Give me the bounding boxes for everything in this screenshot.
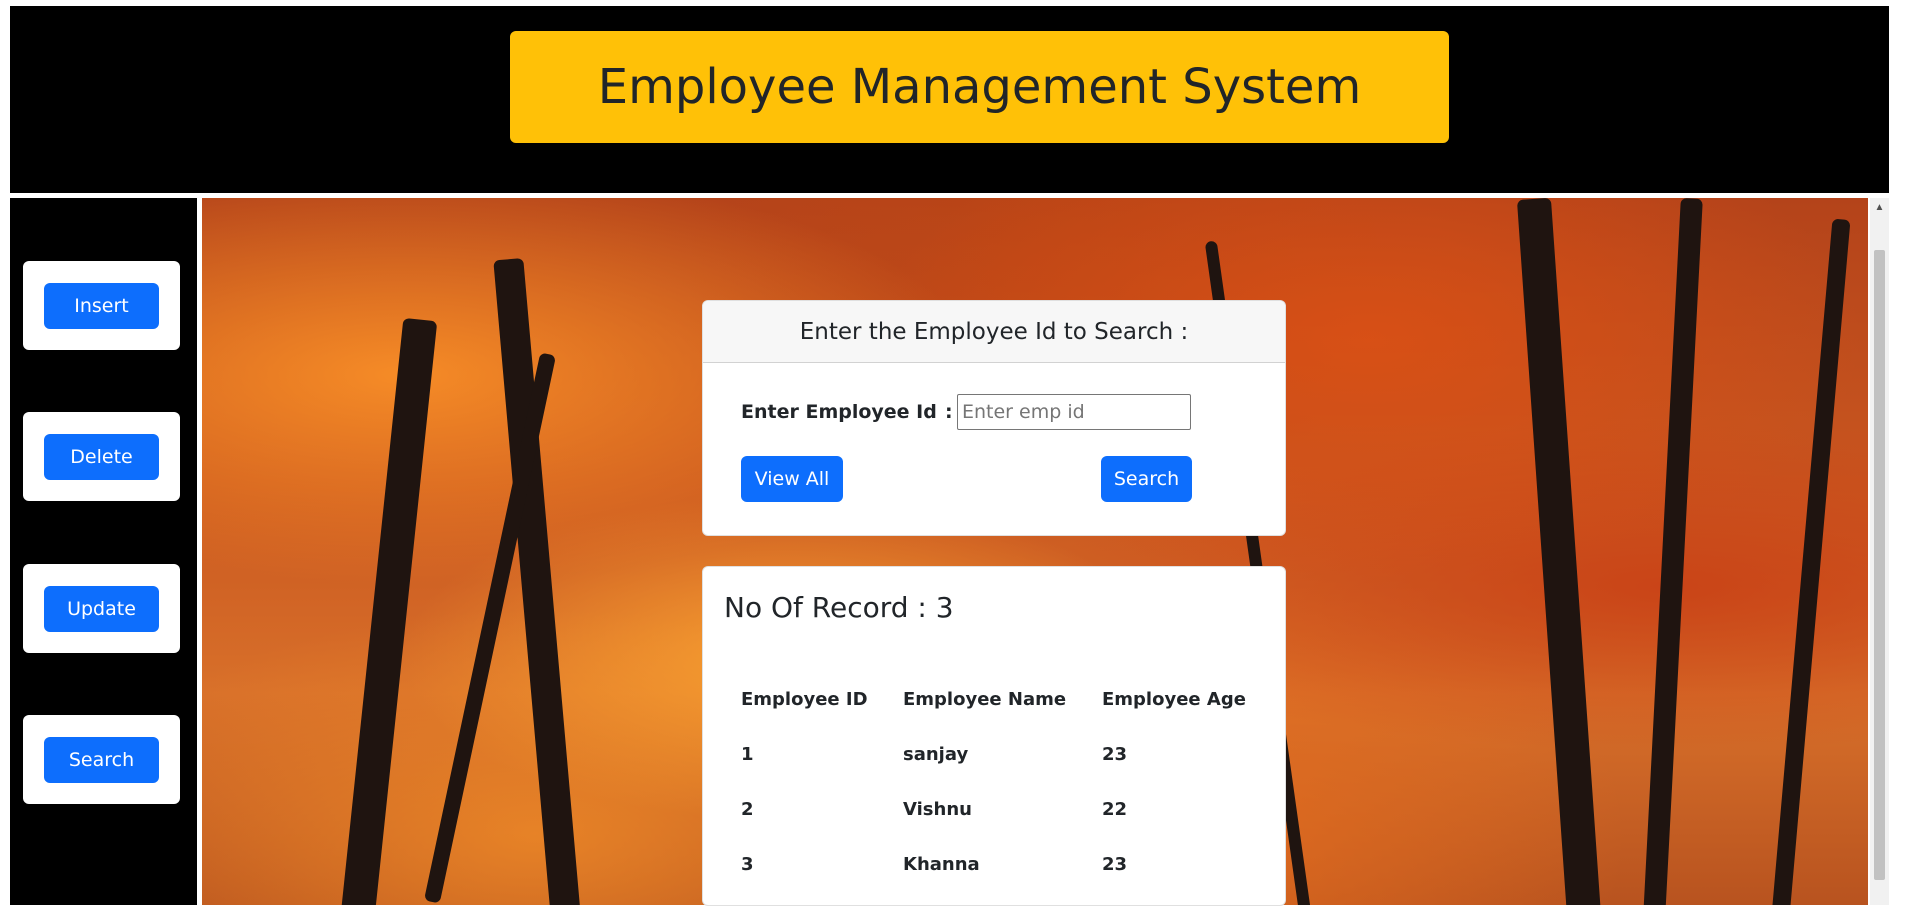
tree-trunk [1643,198,1703,905]
insert-button[interactable]: Insert [44,282,159,329]
table-row: 2 Vishnu 22 [741,782,1252,837]
column-header-age: Employee Age [1102,689,1246,710]
sidebar-card-update: Update [23,564,180,653]
view-all-button[interactable]: View All [741,456,843,502]
label-colon: : [945,401,953,423]
employee-id-label: Enter Employee Id [741,401,937,423]
cell-employee-id: 3 [741,854,754,875]
records-table: Employee ID Employee Name Employee Age 1… [741,672,1252,892]
update-button[interactable]: Update [44,585,159,632]
scrollbar[interactable]: ▲ [1870,198,1889,905]
cell-employee-age: 23 [1102,854,1128,875]
header: Employee Management System [10,6,1889,193]
cell-employee-name: Khanna [903,854,980,875]
title-banner: Employee Management System [510,31,1449,143]
page: Employee Management System Insert Delete… [0,0,1916,915]
record-count: No Of Record : 3 [724,591,954,624]
cell-employee-id: 1 [741,744,754,765]
records-card: No Of Record : 3 Employee ID Employee Na… [702,566,1286,906]
cell-employee-age: 22 [1102,799,1128,820]
tree-trunk [1771,218,1851,905]
sidebar-search-button[interactable]: Search [44,736,159,783]
tree-trunk [1516,198,1602,905]
cell-employee-name: sanjay [903,744,969,765]
sidebar-card-search: Search [23,715,180,804]
page-title: Employee Management System [597,59,1362,115]
employee-id-input[interactable] [957,394,1191,430]
table-row: 1 sanjay 23 [741,727,1252,782]
column-header-id: Employee ID [741,689,868,710]
search-button[interactable]: Search [1101,456,1192,502]
cell-employee-age: 23 [1102,744,1128,765]
scroll-thumb[interactable] [1874,250,1885,880]
sidebar-card-insert: Insert [23,261,180,350]
table-row: 3 Khanna 23 [741,837,1252,892]
delete-button[interactable]: Delete [44,433,159,480]
search-card-heading: Enter the Employee Id to Search : [703,301,1285,363]
search-card: Enter the Employee Id to Search : Enter … [702,300,1286,536]
sidebar-card-delete: Delete [23,412,180,501]
sidebar: Insert Delete Update Search [10,198,197,905]
cell-employee-name: Vishnu [903,799,972,820]
scroll-up-arrow-icon[interactable]: ▲ [1870,198,1889,217]
cell-employee-id: 2 [741,799,754,820]
table-header-row: Employee ID Employee Name Employee Age [741,672,1252,727]
column-header-name: Employee Name [903,689,1067,710]
tree-trunk [340,317,438,905]
